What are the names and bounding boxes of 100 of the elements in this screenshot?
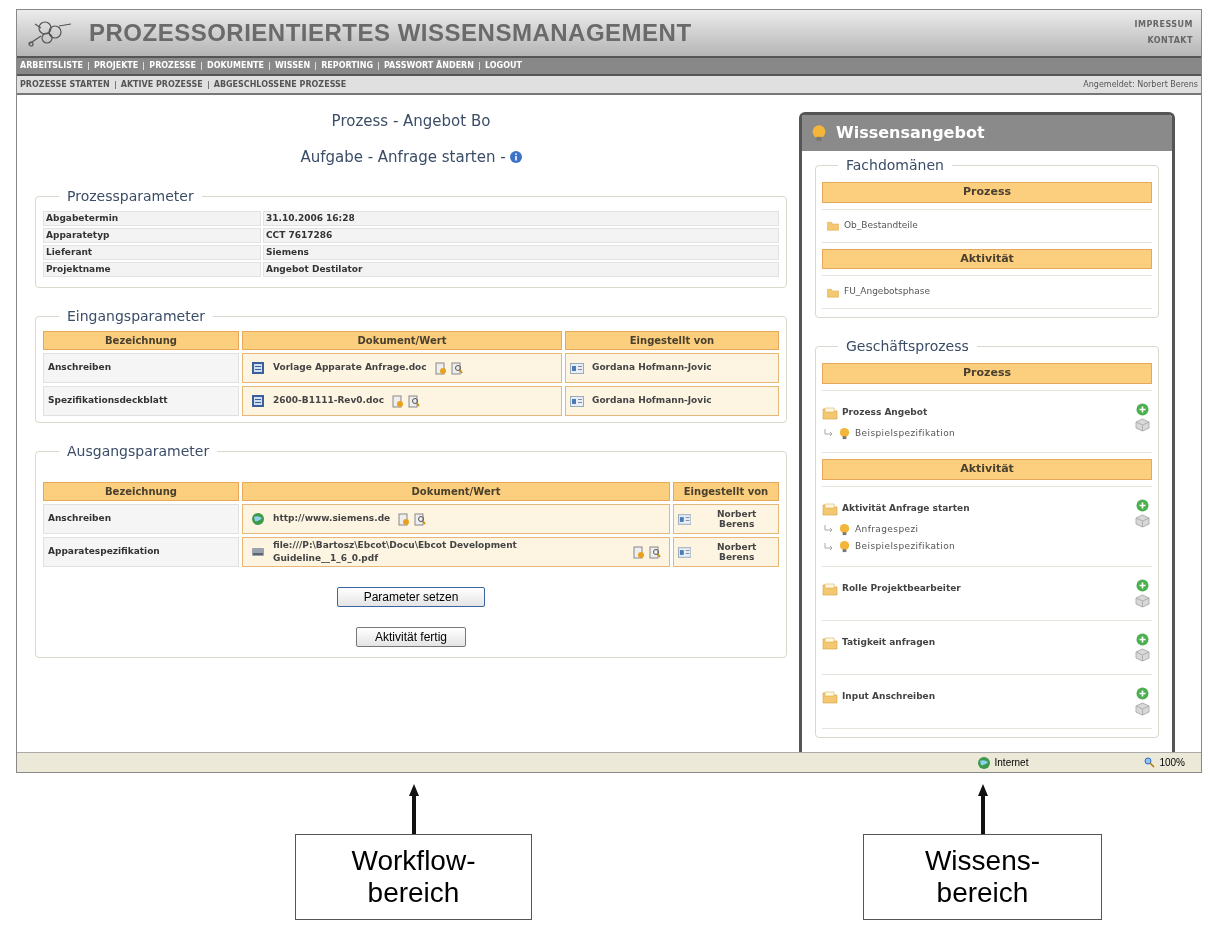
section-legend: Prozessparameter <box>59 186 202 207</box>
app-title: PROZESSORIENTIERTES WISSENSMANAGEMENT <box>89 18 692 48</box>
sub-nav-link[interactable]: ABGESCHLOSSENE PROZESSE <box>213 78 347 91</box>
annotation-label: bereich <box>367 877 460 909</box>
folder-link[interactable]: FU_Angebotsphase <box>844 285 930 299</box>
entry-link[interactable]: Prozess Angebot <box>842 405 928 420</box>
action-button[interactable]: Parameter setzen <box>337 587 485 607</box>
user-name: Gordana Hofmann-Jovic <box>592 361 712 375</box>
group-heading: Aktivität <box>822 248 1152 269</box>
folder-link[interactable]: Ob_Bestandteile <box>844 218 918 233</box>
column-header: Bezeichnung <box>43 482 239 501</box>
document-link[interactable]: 2600-B1111-Rev0.doc <box>273 394 384 408</box>
section-legend: Ausgangsparameter <box>59 441 218 462</box>
folder-icon <box>826 220 840 231</box>
knowledge-link[interactable]: Anfragespezi <box>855 522 919 536</box>
user-card-icon <box>678 513 692 525</box>
column-header: Bezeichnung <box>43 331 239 350</box>
nav-link[interactable]: DOKUMENTE <box>207 60 265 72</box>
user-card-icon <box>678 546 692 558</box>
user-name: Norbert Berens <box>715 509 758 529</box>
info-icon[interactable] <box>509 150 522 163</box>
table-cell: Siemens <box>263 245 779 260</box>
group-heading: Prozess <box>822 182 1152 203</box>
column-header: Eingestellt von <box>673 482 779 501</box>
light-bulb-icon <box>838 540 851 554</box>
table-cell: 31.10.2006 16:28 <box>263 211 779 226</box>
entry-link[interactable]: Tatigkeit anfragen <box>842 635 936 650</box>
section-legend: Eingangsparameter <box>59 306 214 327</box>
section-legend: Geschäftsprozess <box>838 336 977 357</box>
nav-link[interactable]: PASSWORT ÄNDERN <box>383 60 474 72</box>
table-cell: Abgabetermin <box>43 211 261 226</box>
process-title: Prozess - Angebot Bo <box>330 111 492 132</box>
entry-link[interactable]: Rolle Projektbearbeiter <box>842 581 961 596</box>
folder-icon <box>822 404 838 421</box>
folder-icon <box>822 500 838 517</box>
annotation-label: Workflow- <box>351 845 476 877</box>
up-arrow <box>407 782 420 834</box>
section-legend: Fachdomänen <box>838 155 952 176</box>
task-title: Aufgabe - Anfrage starten - <box>300 146 506 168</box>
header-link[interactable]: IMPRESSUM <box>1134 19 1193 31</box>
nav-link[interactable]: WISSEN <box>275 60 311 72</box>
globe-icon <box>976 755 991 770</box>
cube-icon[interactable] <box>1135 701 1150 716</box>
group-heading: Aktivität <box>822 459 1152 480</box>
light-bulb-icon <box>838 522 851 536</box>
annotation-label: Wissens- <box>924 845 1041 877</box>
document-icon <box>251 394 265 408</box>
column-header: Dokument/Wert <box>242 331 562 350</box>
add-icon[interactable] <box>1136 498 1149 512</box>
add-icon[interactable] <box>1136 402 1149 416</box>
folder-icon <box>822 580 838 597</box>
add-icon[interactable] <box>1136 686 1149 700</box>
knowledge-link[interactable]: Beispielspezifikation <box>855 426 956 440</box>
table-cell: Angebot Destilator <box>263 262 779 277</box>
magnifier-icon[interactable] <box>450 361 463 375</box>
drive-icon <box>251 545 265 559</box>
column-header: Dokument/Wert <box>242 482 670 501</box>
branch-icon <box>824 542 834 551</box>
user-card-icon <box>570 395 584 407</box>
cube-icon[interactable] <box>1135 593 1150 608</box>
action-button[interactable]: Aktivität fertig <box>356 627 466 647</box>
zoom-icon[interactable] <box>1144 757 1156 768</box>
globe-icon <box>251 512 265 526</box>
folder-icon <box>822 634 838 651</box>
light-bulb-icon <box>810 124 828 142</box>
cube-icon[interactable] <box>1135 647 1150 662</box>
cube-icon[interactable] <box>1135 513 1150 528</box>
nav-link[interactable]: LOGOUT <box>484 60 522 72</box>
entry-link[interactable]: Aktivität Anfrage starten <box>842 501 970 516</box>
annotation-label: bereich <box>936 877 1029 909</box>
cube-icon[interactable] <box>1135 417 1150 432</box>
sub-nav-link[interactable]: AKTIVE PROZESSE <box>120 78 203 91</box>
folder-icon <box>826 286 840 298</box>
user-name: Norbert Berens <box>715 542 758 562</box>
table-cell: Anschreiben <box>43 504 239 534</box>
nav-link[interactable]: REPORTING <box>321 60 373 72</box>
add-icon[interactable] <box>1136 578 1149 592</box>
security-zone: Internet <box>994 756 1029 770</box>
magnifier-icon[interactable] <box>414 512 427 526</box>
user-card-icon <box>570 362 584 374</box>
nav-link[interactable]: ARBEITSLISTE <box>20 60 83 72</box>
branch-icon <box>824 525 834 534</box>
up-arrow <box>976 782 989 834</box>
entry-link[interactable]: Input Anschreiben <box>842 689 936 704</box>
sub-nav-link[interactable]: PROZESSE STARTEN <box>20 78 110 91</box>
light-bulb-icon <box>838 426 851 440</box>
branch-icon <box>824 429 834 438</box>
knowledge-link[interactable]: Beispielspezifikation <box>855 540 956 554</box>
zoom-level[interactable]: 100% <box>1159 755 1185 770</box>
document-link[interactable]: http://www.siemens.de <box>273 512 391 526</box>
table-cell: CCT 7617286 <box>263 228 779 243</box>
table-cell: Anschreiben <box>43 353 239 383</box>
folder-icon <box>822 688 838 705</box>
table-cell: Apparatetyp <box>43 228 261 243</box>
table-cell: Lieferant <box>43 245 261 260</box>
magnifier-icon[interactable] <box>649 545 661 559</box>
magnifier-icon[interactable] <box>408 394 420 408</box>
nav-link[interactable]: PROJEKTE <box>93 60 139 72</box>
nav-link[interactable]: PROZESSE <box>149 60 196 72</box>
add-icon[interactable] <box>1136 632 1149 646</box>
